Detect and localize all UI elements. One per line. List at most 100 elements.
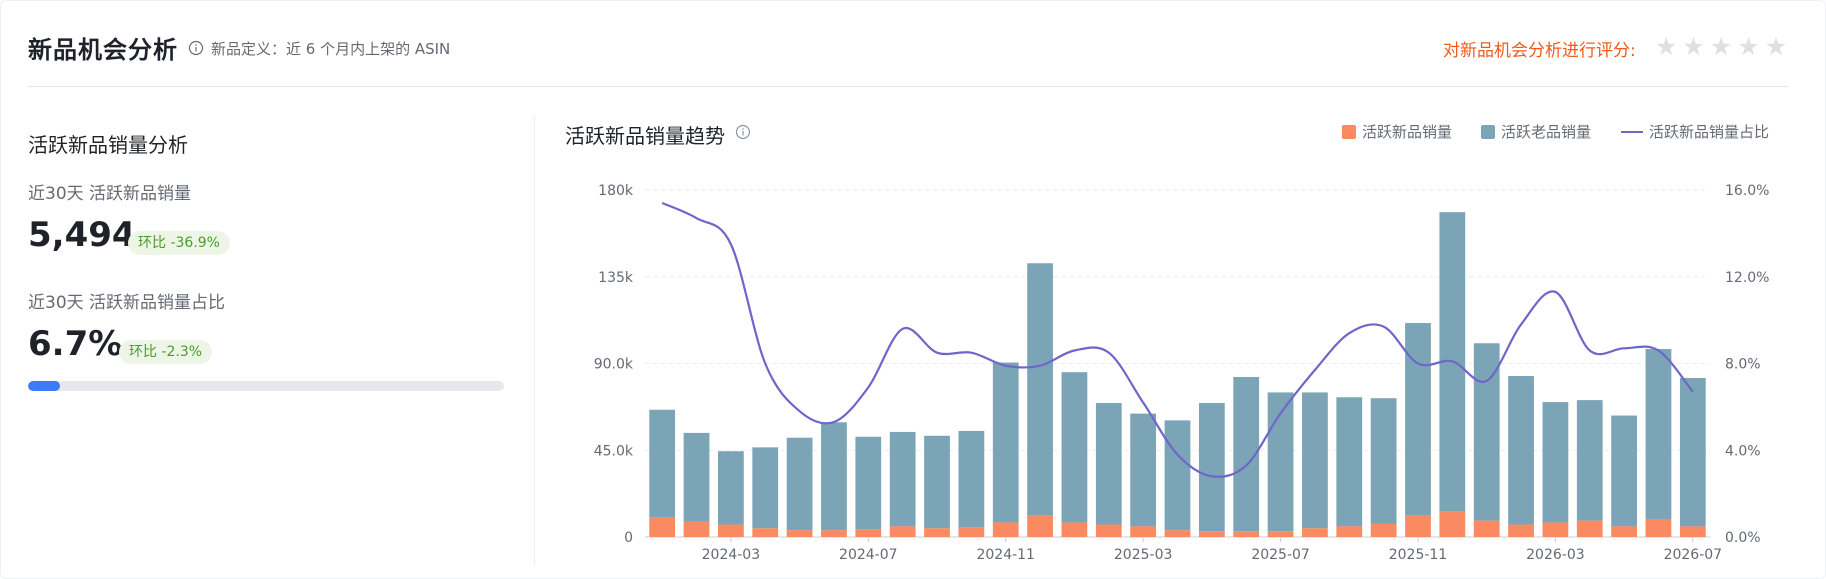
left-panel-title: 活跃新品销量分析 (28, 133, 188, 157)
info-icon[interactable] (735, 124, 751, 140)
legend-item-new-sales[interactable]: 活跃新品销量 (1342, 121, 1452, 142)
bar-old-sales (1611, 415, 1637, 527)
x-tick-label: 2024-03 (702, 547, 761, 560)
bar-new-sales (786, 530, 813, 537)
bar-new-sales (1679, 526, 1706, 537)
sales-change-badge: 环比 -36.9% (128, 231, 230, 255)
star-icon[interactable]: ★ (1765, 34, 1787, 59)
legend-swatch (1481, 124, 1495, 139)
share-metric-label: 近30天 活跃新品销量占比 (28, 293, 226, 313)
bar-old-sales (821, 422, 847, 531)
bar-old-sales (1130, 413, 1157, 527)
share-progress-bar (28, 381, 504, 391)
bar-old-sales (1542, 402, 1569, 523)
legend-item-ratio[interactable]: 活跃新品销量占比 (1621, 121, 1769, 142)
bar-new-sales (958, 527, 985, 537)
sales-metric-label: 近30天 活跃新品销量 (28, 184, 192, 204)
bar-old-sales (1576, 400, 1603, 521)
bar-new-sales (889, 526, 916, 537)
share-metric-value: 6.7% (28, 324, 123, 364)
bar-old-sales (1302, 392, 1328, 529)
chart-title: 活跃新品销量趋势 (565, 124, 725, 148)
star-icon[interactable]: ★ (1655, 34, 1677, 59)
y-right-tick-label: 0.0% (1725, 530, 1761, 546)
bar-old-sales (1027, 263, 1053, 516)
new-product-opportunity-card: 新品机会分析 新品定义：近 6 个月内上架的 ASIN 对新品机会分析进行评分:… (0, 0, 1826, 579)
bar-new-sales (1576, 520, 1603, 537)
sales-trend-chart: 0 45.0k 90.0k 135k 180k 0.0% 4.0% 8.0% 12.0% 16.0… (594, 183, 1770, 560)
star-icon[interactable]: ★ (1682, 34, 1704, 59)
x-tick-label: 2025-03 (1114, 547, 1173, 560)
bar-new-sales (1302, 528, 1328, 537)
bar-new-sales (683, 521, 710, 537)
legend-label: 活跃新品销量 (1362, 123, 1453, 141)
bar-old-sales (1336, 397, 1363, 527)
rating-stars: ★ ★ ★ ★ ★ (1655, 34, 1787, 59)
bar-old-sales (649, 409, 676, 518)
bar-new-sales (1061, 522, 1088, 537)
x-tick-label: 2026-07 (1664, 547, 1723, 560)
x-tick-label: 2024-07 (839, 547, 898, 560)
rating-label: 对新品机会分析进行评分: (1443, 41, 1636, 61)
bar-new-sales (924, 528, 950, 537)
y-right-tick-label: 4.0% (1725, 443, 1761, 459)
sales-metric-value: 5,494 (28, 215, 136, 255)
bar-new-sales (1027, 515, 1053, 537)
bar-old-sales (1061, 372, 1088, 523)
bar-new-sales (855, 529, 882, 537)
share-progress-fill (28, 381, 60, 391)
legend-swatch (1342, 124, 1356, 139)
x-tick-label: 2025-11 (1389, 547, 1448, 560)
bar-new-sales (1267, 531, 1294, 537)
share-change-badge: 环比 -2.3% (119, 340, 213, 364)
info-icon[interactable] (188, 40, 204, 56)
panel-divider (534, 116, 535, 566)
bar-old-sales (1679, 377, 1706, 527)
x-tick-label: 2024-11 (976, 547, 1035, 560)
bar-new-sales (1439, 510, 1466, 537)
bar-new-sales (718, 524, 744, 537)
bar-new-sales (1336, 526, 1363, 537)
bar-new-sales (1473, 520, 1500, 537)
legend-item-old-sales[interactable]: 活跃老品销量 (1481, 121, 1591, 142)
x-tick-label: 2025-07 (1251, 547, 1310, 560)
y-left-tick-label: 45.0k (594, 443, 634, 459)
bar-old-sales (958, 430, 985, 528)
page-title: 新品机会分析 (28, 36, 178, 64)
x-tick-label: 2026-03 (1526, 547, 1585, 560)
bar-new-sales (1645, 519, 1672, 537)
bar-new-sales (821, 530, 847, 537)
header-divider (28, 86, 1788, 87)
bar-new-sales (1370, 523, 1397, 537)
bar-new-sales (649, 517, 676, 537)
bar-old-sales (1645, 349, 1672, 520)
bar-old-sales (752, 447, 779, 529)
star-icon[interactable]: ★ (1737, 34, 1759, 59)
y-right-tick-label: 12.0% (1725, 270, 1769, 286)
bar-new-sales (1508, 524, 1534, 537)
bar-old-sales (1508, 376, 1534, 525)
y-left-tick-label: 90.0k (594, 357, 634, 373)
bar-old-sales (992, 362, 1019, 523)
y-right-tick-label: 16.0% (1725, 183, 1769, 199)
bar-new-sales (992, 522, 1019, 537)
y-left-tick-label: 135k (598, 270, 634, 286)
bar-new-sales (752, 528, 779, 537)
y-left-tick-label: 180k (598, 183, 634, 199)
y-right-tick-label: 8.0% (1725, 357, 1761, 373)
bar-new-sales (1611, 526, 1637, 537)
legend-label: 活跃老品销量 (1501, 123, 1592, 141)
bar-old-sales (1370, 398, 1397, 524)
bar-new-sales (1198, 531, 1225, 537)
new-product-definition: 新品定义：近 6 个月内上架的 ASIN (211, 40, 451, 58)
bar-new-sales (1233, 531, 1260, 537)
bar-new-sales (1164, 530, 1191, 537)
bar-old-sales (1095, 403, 1122, 525)
legend-line (1621, 130, 1643, 133)
bar-old-sales (683, 432, 710, 522)
bar-old-sales (855, 436, 882, 530)
star-icon[interactable]: ★ (1710, 34, 1732, 59)
bar-old-sales (718, 451, 744, 525)
bar-old-sales (786, 437, 813, 531)
bar-old-sales (889, 431, 916, 527)
